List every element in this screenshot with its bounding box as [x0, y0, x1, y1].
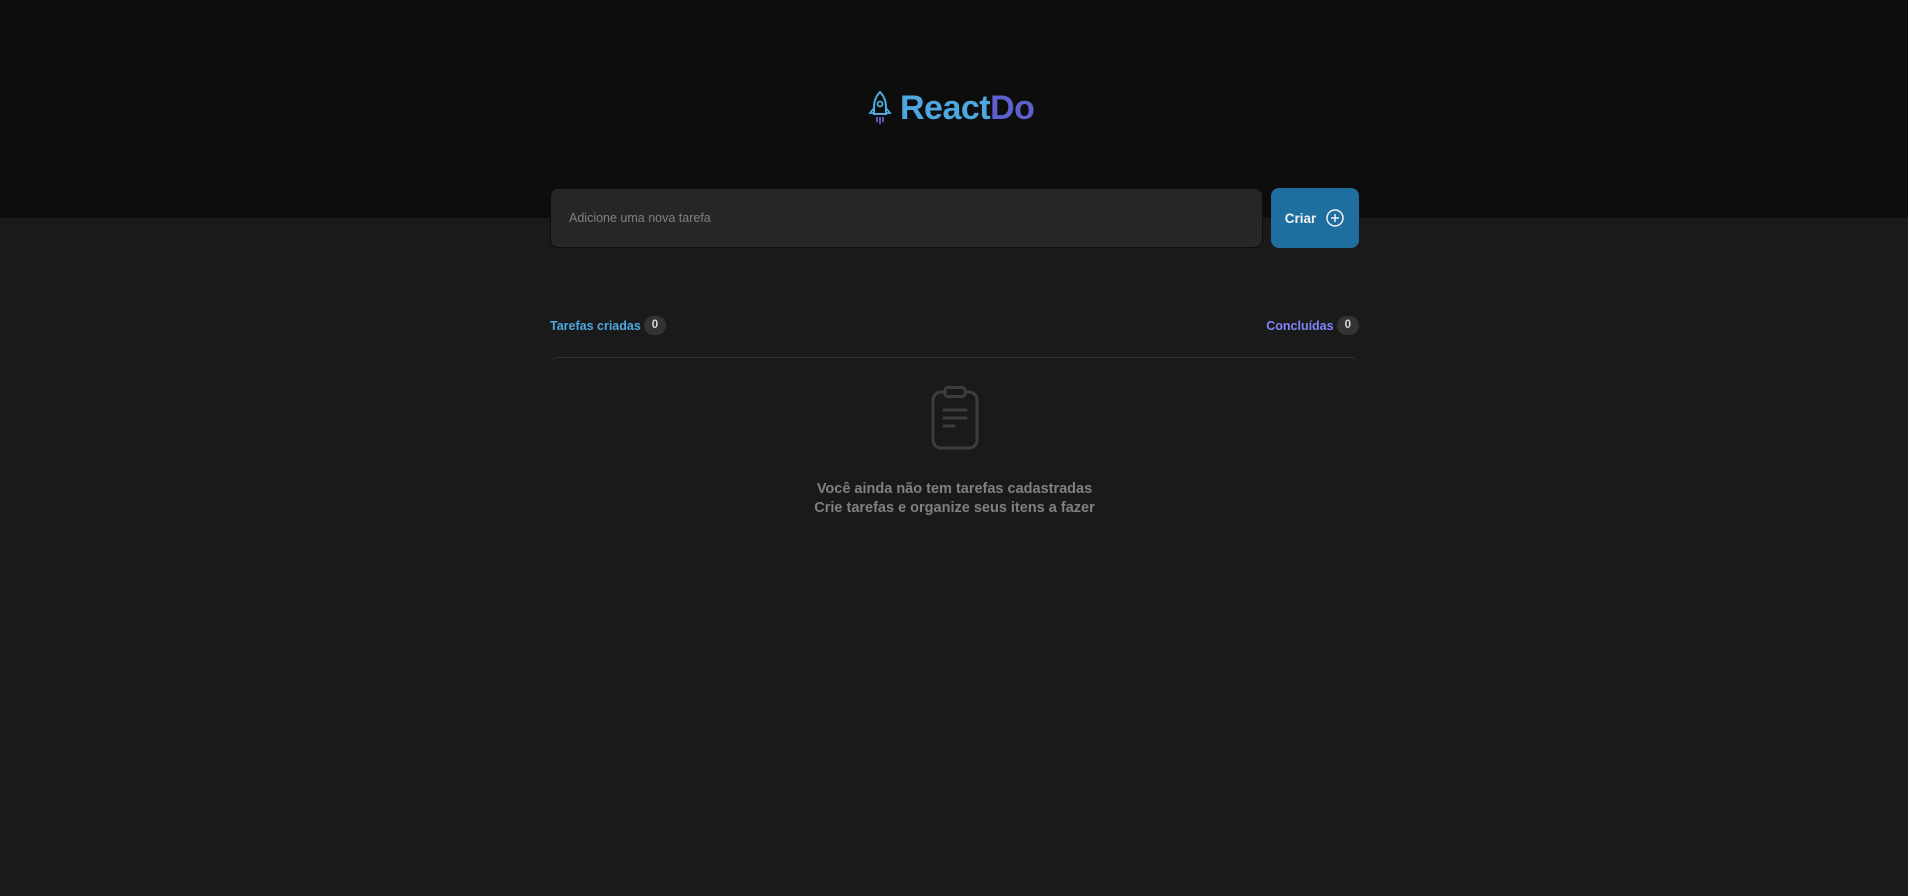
task-list: Você ainda não tem tarefas cadastradas C…	[550, 357, 1359, 537]
rocket-icon	[868, 90, 892, 124]
empty-state-subtitle: Crie tarefas e organize seus itens a faz…	[814, 500, 1095, 516]
app-title: ReactDo	[900, 88, 1035, 128]
completed-tasks-count: 0	[1336, 316, 1359, 335]
created-tasks-count: 0	[643, 316, 667, 335]
app-header: ReactDo	[0, 0, 1908, 218]
app-title-do: Do	[990, 89, 1035, 127]
completed-tasks-counter: Concluídas 0	[1266, 316, 1359, 335]
app-title-react: React	[900, 89, 991, 127]
task-counters: Tarefas criadas 0 Concluídas 0	[550, 316, 1359, 335]
new-task-input[interactable]	[550, 188, 1263, 248]
created-tasks-label: Tarefas criadas	[550, 318, 641, 333]
empty-state-message: Você ainda não tem tarefas cadastradas C…	[814, 480, 1094, 518]
new-task-form: Criar	[550, 188, 1359, 248]
created-tasks-counter: Tarefas criadas 0	[550, 316, 667, 335]
app-logo: ReactDo	[868, 88, 1035, 128]
empty-state-title: Você ainda não tem tarefas cadastradas	[816, 481, 1093, 497]
create-button-label: Criar	[1284, 210, 1317, 226]
plus-circle-icon	[1326, 209, 1344, 227]
create-task-button[interactable]: Criar	[1271, 188, 1359, 248]
completed-tasks-label: Concluídas	[1266, 318, 1334, 333]
clipboard-icon	[931, 386, 978, 450]
